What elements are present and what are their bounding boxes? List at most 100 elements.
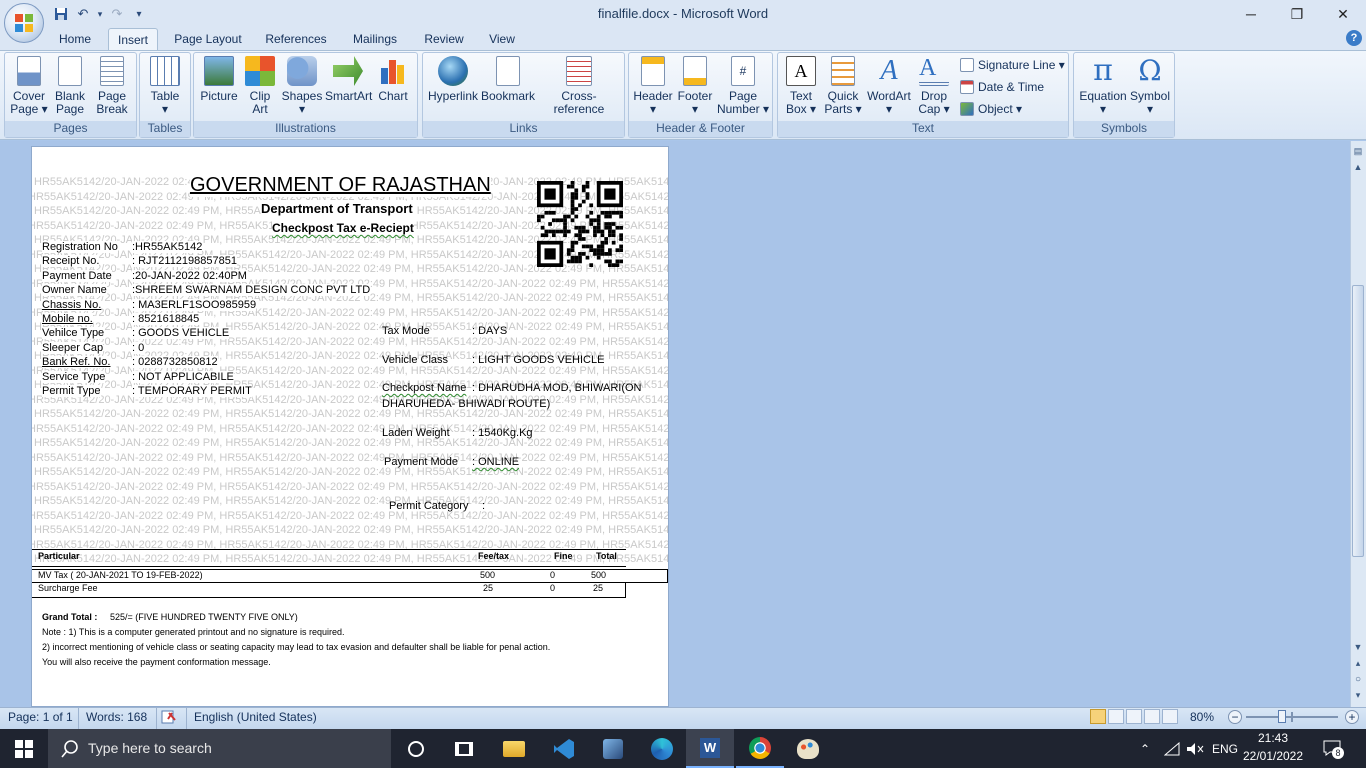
minimize-button[interactable]: ─: [1228, 0, 1274, 28]
file-explorer-icon[interactable]: [490, 729, 538, 768]
task-view-icon[interactable]: [440, 729, 488, 768]
field-label: Permit Type: [42, 385, 101, 397]
hyperlink-button[interactable]: Hyperlink: [427, 56, 479, 103]
picture-button[interactable]: Picture: [198, 56, 240, 103]
field-value: :SHREEM SWARNAM DESIGN CONC PVT LTD: [132, 284, 371, 297]
cover-page-label: Cover Page ▾: [10, 89, 48, 116]
help-icon[interactable]: ?: [1346, 30, 1362, 46]
watermark-line: HR55AK5142/20-JAN-2022 02:49 PM, HR55AK5…: [31, 422, 669, 435]
field-label: Payment Date: [42, 269, 112, 282]
shapes-button[interactable]: Shapes ▾: [280, 56, 324, 116]
note-2: 2) incorrect mentioning of vehicle class…: [42, 642, 551, 652]
smartart-icon: [333, 56, 363, 86]
signature-line-button[interactable]: Signature Line ▾: [960, 58, 1065, 72]
table-button[interactable]: Table ▾: [143, 56, 187, 116]
tab-home[interactable]: Home: [52, 28, 98, 50]
group-label: Header & Footer: [629, 121, 772, 137]
quick-parts-button[interactable]: Quick Parts ▾: [822, 56, 864, 116]
footer-button[interactable]: Footer ▾: [675, 56, 715, 116]
cortana-icon[interactable]: [392, 729, 440, 768]
object-button[interactable]: Object ▾: [960, 102, 1022, 116]
date-time-button[interactable]: Date & Time: [960, 80, 1044, 94]
page-number-button[interactable]: # Page Number ▾: [716, 56, 770, 116]
zoom-in-icon[interactable]: +: [1345, 710, 1359, 724]
bookmark-button[interactable]: Bookmark: [480, 56, 536, 103]
zoom-slider-thumb[interactable]: [1277, 710, 1286, 723]
proofing-icon[interactable]: [160, 709, 178, 725]
tax-mode-label: Tax Mode: [382, 325, 430, 337]
previous-page-icon[interactable]: ▴: [1351, 658, 1365, 672]
watermark-line: HR55AK5142/20-JAN-2022 02:49 PM, HR55AK5…: [34, 321, 669, 333]
paint-icon[interactable]: [784, 729, 832, 768]
next-page-icon[interactable]: ▾: [1351, 690, 1365, 704]
app-icon[interactable]: [589, 729, 637, 768]
drop-cap-button[interactable]: A Drop Cap ▾: [914, 56, 954, 116]
col-fine: Fine: [554, 551, 573, 561]
word-count[interactable]: Words: 168: [86, 710, 147, 724]
taskbar-search[interactable]: Type here to search: [48, 729, 391, 768]
watermark-line: HR55AK5142/20-JAN-2022 02:49 PM, HR55AK5…: [34, 437, 669, 449]
draft-icon[interactable]: [1162, 709, 1178, 724]
edge-icon[interactable]: [638, 729, 686, 768]
office-button[interactable]: [4, 3, 44, 43]
blank-page-icon: [58, 56, 82, 86]
symbol-button[interactable]: Ω Symbol ▾: [1128, 56, 1172, 116]
smartart-button[interactable]: SmartArt: [325, 56, 373, 103]
col-particular: Particular: [38, 551, 80, 561]
clip-art-button[interactable]: Clip Art: [242, 56, 278, 116]
volume-icon[interactable]: [1186, 729, 1204, 768]
hyperlink-icon: [438, 56, 468, 86]
smartart-label: SmartArt: [325, 89, 373, 103]
zoom-out-icon[interactable]: −: [1228, 710, 1242, 724]
word-taskbar-icon[interactable]: W: [686, 729, 734, 768]
print-layout-icon[interactable]: [1090, 709, 1106, 724]
network-icon[interactable]: [1164, 729, 1180, 768]
page-break-button[interactable]: Page Break: [92, 56, 132, 116]
tab-review[interactable]: Review: [418, 28, 470, 50]
group-label: Tables: [140, 121, 190, 137]
start-button[interactable]: [0, 729, 48, 768]
web-layout-icon[interactable]: [1126, 709, 1142, 724]
page-count[interactable]: Page: 1 of 1: [8, 710, 73, 724]
outline-icon[interactable]: [1144, 709, 1160, 724]
drop-cap-label: Drop Cap ▾: [918, 89, 950, 116]
close-button[interactable]: ✕: [1320, 0, 1366, 28]
scroll-down-icon[interactable]: ▼: [1351, 642, 1365, 656]
input-language[interactable]: ENG: [1212, 729, 1238, 768]
cross-reference-button[interactable]: Cross-reference: [537, 56, 621, 116]
blank-page-label: Blank Page: [54, 89, 86, 116]
tab-insert[interactable]: Insert: [108, 28, 158, 50]
scroll-up-icon[interactable]: ▲: [1351, 162, 1365, 176]
language-indicator[interactable]: English (United States): [194, 710, 317, 724]
header-button[interactable]: Header ▾: [632, 56, 674, 116]
cross-reference-icon: [566, 56, 592, 86]
clock-time[interactable]: 21:43: [1249, 731, 1297, 745]
wordart-button[interactable]: A WordArt ▾: [866, 56, 912, 116]
tab-mailings[interactable]: Mailings: [344, 28, 406, 50]
scroll-thumb[interactable]: [1352, 285, 1364, 557]
grand-total-label: Grand Total :: [42, 612, 98, 622]
vscode-icon[interactable]: [540, 729, 588, 768]
equation-button[interactable]: π Equation ▾: [1076, 56, 1130, 116]
clock-date[interactable]: 22/01/2022: [1241, 749, 1305, 763]
chart-button[interactable]: Chart: [374, 56, 412, 103]
view-buttons: [1090, 709, 1178, 724]
notifications-icon[interactable]: 8: [1322, 738, 1344, 759]
tab-view[interactable]: View: [480, 28, 524, 50]
zoom-level[interactable]: 80%: [1190, 710, 1214, 724]
blank-page-button[interactable]: Blank Page: [50, 56, 90, 116]
text-box-button[interactable]: A Text Box ▾: [781, 56, 821, 116]
document-page[interactable]: HR55AK5142/20-JAN-2022 02:49 PM, HR55AK5…: [31, 146, 669, 707]
tab-references[interactable]: References: [258, 28, 334, 50]
field-value: : 8521618845: [132, 313, 200, 325]
select-browse-object-icon[interactable]: ○: [1351, 674, 1365, 688]
row1-total: 500: [591, 570, 607, 580]
full-screen-reading-icon[interactable]: [1108, 709, 1124, 724]
cover-page-button[interactable]: Cover Page ▾: [8, 56, 50, 116]
show-hidden-icons[interactable]: ⌃: [1140, 729, 1150, 768]
chrome-icon[interactable]: [736, 729, 784, 768]
tab-page-layout[interactable]: Page Layout: [168, 28, 248, 50]
field-value: : 0: [132, 341, 145, 354]
restore-button[interactable]: ❐: [1274, 0, 1320, 28]
ruler-toggle-icon[interactable]: ▤: [1351, 146, 1365, 160]
